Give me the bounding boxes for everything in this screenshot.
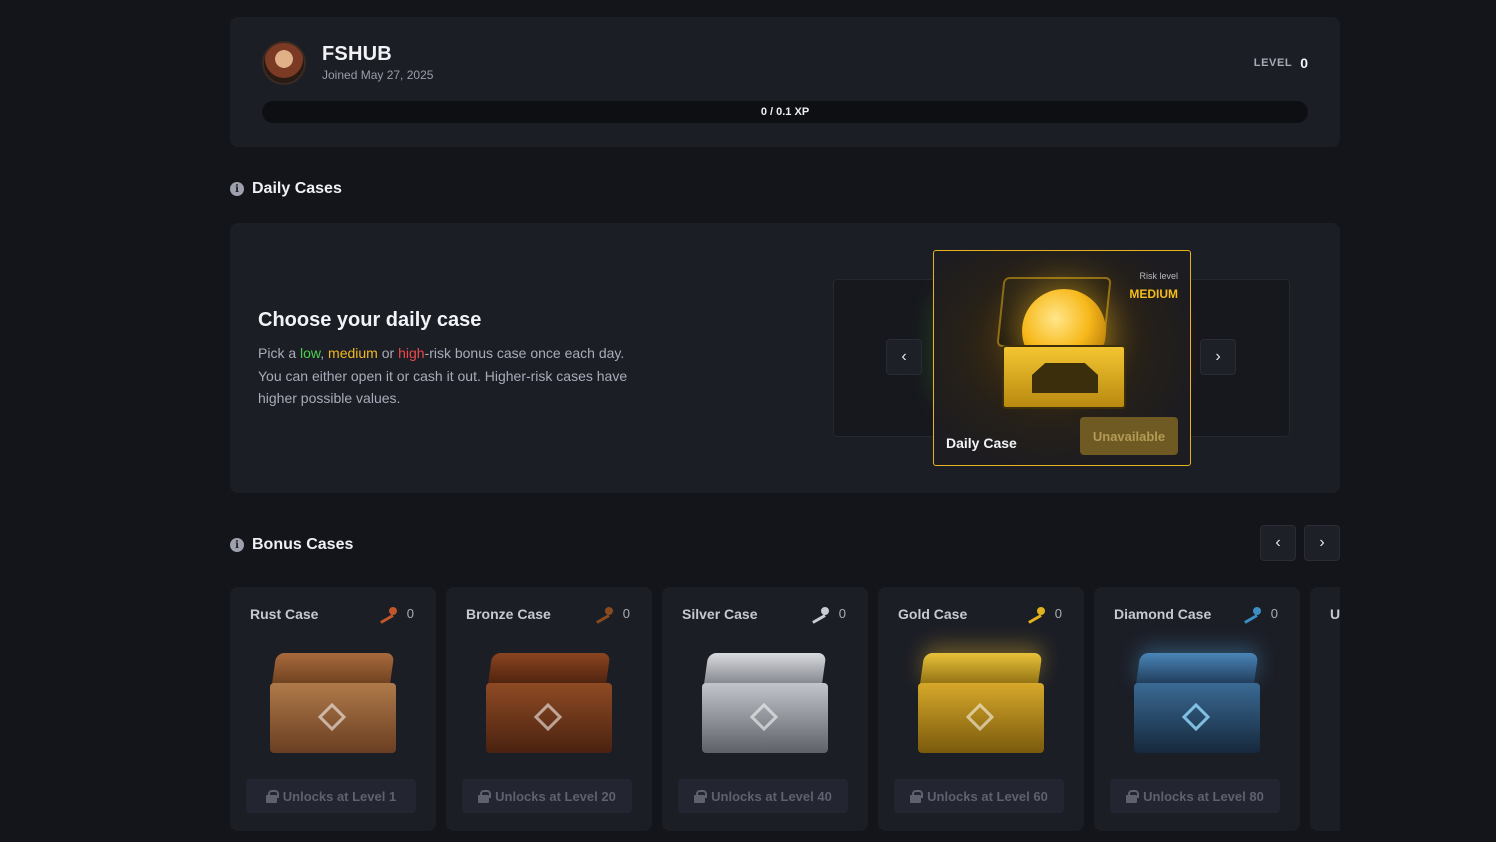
key-count-group: 0: [811, 606, 846, 621]
key-count: 0: [1270, 606, 1278, 621]
lock-icon: [265, 790, 279, 803]
case-name: Silver Case: [682, 606, 758, 622]
bonus-cases-title: i Bonus Cases: [230, 536, 353, 554]
bonus-next-button[interactable]: ›: [1304, 525, 1340, 561]
key-count-group: 0: [1027, 606, 1062, 621]
key-icon: [379, 606, 397, 621]
gold-case-image: [918, 653, 1044, 755]
xp-progress-bar: 0 / 0.1 XP: [262, 101, 1308, 123]
daily-case-label: Daily Case: [946, 435, 1017, 451]
desc-text: Pick a: [258, 345, 301, 361]
level-value: 0: [1300, 55, 1308, 71]
case-name: U: [1330, 606, 1340, 622]
unlock-button[interactable]: Unlocks at Level 1: [246, 779, 416, 813]
xp-text: 0 / 0.1 XP: [760, 106, 810, 118]
unlock-label: Unlocks at Level 1: [282, 788, 397, 804]
chevron-right-icon: ›: [1215, 348, 1221, 365]
lock-icon: [478, 790, 492, 803]
desc-medium: medium: [328, 345, 378, 361]
bonus-cases-row: Rust Case 0 Unlocks at Level 1 Bronze Ca…: [230, 587, 1340, 831]
lock-icon: [910, 790, 924, 803]
unlock-button[interactable]: Unlocks at Level 40: [678, 779, 848, 813]
key-count-group: 0: [1243, 606, 1278, 621]
risk-level-value: MEDIUM: [1129, 287, 1178, 301]
key-count: 0: [1054, 606, 1062, 621]
key-count-group: 0: [379, 606, 414, 621]
bonus-case-card-diamond[interactable]: Diamond Case 0 Unlocks at Level 80: [1094, 587, 1300, 831]
key-icon: [811, 606, 829, 621]
level-indicator: LEVEL 0: [1254, 55, 1308, 71]
joined-date: Joined May 27, 2025: [322, 68, 434, 82]
daily-cases-title: i Daily Cases: [230, 180, 342, 198]
lock-icon: [694, 790, 708, 803]
unlock-button[interactable]: Unlocks at Level 60: [894, 779, 1064, 813]
username: FSHUB: [322, 43, 392, 65]
key-count-group: 0: [595, 606, 630, 621]
key-count: 0: [406, 606, 414, 621]
bonus-case-card-gold[interactable]: Gold Case 0 Unlocks at Level 60: [878, 587, 1084, 831]
case-name: Rust Case: [250, 606, 319, 622]
case-name: Gold Case: [898, 606, 968, 622]
silver-case-image: [702, 653, 828, 755]
avatar[interactable]: [262, 41, 306, 85]
bronze-case-image: [486, 653, 612, 755]
daily-next-button[interactable]: ›: [1200, 339, 1236, 375]
unlock-label: Unlocks at Level 20: [495, 788, 616, 804]
info-icon[interactable]: i: [230, 182, 244, 196]
daily-description: Pick a low, medium or high-risk bonus ca…: [258, 342, 638, 410]
lock-icon: [1126, 790, 1140, 803]
desc-high: high: [398, 345, 425, 361]
rust-case-image: [270, 653, 396, 755]
key-icon: [595, 606, 613, 621]
bonus-case-card-silver[interactable]: Silver Case 0 Unlocks at Level 40: [662, 587, 868, 831]
daily-case-medium-card[interactable]: Risk level MEDIUM Daily Case Unavailable: [933, 250, 1191, 466]
desc-text: or: [377, 345, 399, 361]
chevron-left-icon: ‹: [901, 348, 907, 365]
desc-low: low: [300, 345, 321, 361]
key-count: 0: [838, 606, 846, 621]
profile-card: FSHUB Joined May 27, 2025 LEVEL 0 0 / 0.…: [230, 17, 1340, 147]
diamond-case-image: [1134, 653, 1260, 755]
info-icon[interactable]: i: [230, 538, 244, 552]
daily-cases-title-text: Daily Cases: [252, 180, 342, 197]
unlock-button[interactable]: Unlocks at Level 20: [462, 779, 632, 813]
gold-daily-case-image: [994, 277, 1130, 411]
chevron-right-icon: ›: [1319, 534, 1325, 551]
daily-prev-button[interactable]: ‹: [886, 339, 922, 375]
daily-cases-panel: Choose your daily case Pick a low, mediu…: [230, 223, 1340, 493]
bonus-case-card-rust[interactable]: Rust Case 0 Unlocks at Level 1: [230, 587, 436, 831]
unlock-button[interactable]: Unlocks at Level 80: [1110, 779, 1280, 813]
desc-text: ,: [320, 345, 329, 361]
unavailable-button[interactable]: Unavailable: [1080, 417, 1178, 455]
bonus-cases-title-text: Bonus Cases: [252, 536, 354, 553]
key-icon: [1027, 606, 1045, 621]
unlock-label: Unlocks at Level 40: [711, 788, 832, 804]
unlock-label: Unlocks at Level 80: [1143, 788, 1264, 804]
key-icon: [1243, 606, 1261, 621]
bonus-case-card-partial[interactable]: U: [1310, 587, 1340, 831]
key-count: 0: [622, 606, 630, 621]
unlock-label: Unlocks at Level 60: [927, 788, 1048, 804]
chevron-left-icon: ‹: [1275, 534, 1281, 551]
daily-heading: Choose your daily case: [258, 309, 482, 331]
level-label: LEVEL: [1253, 57, 1293, 69]
bonus-prev-button[interactable]: ‹: [1260, 525, 1296, 561]
case-name: Bronze Case: [466, 606, 551, 622]
risk-level-label: Risk level: [1139, 271, 1178, 281]
bonus-case-card-bronze[interactable]: Bronze Case 0 Unlocks at Level 20: [446, 587, 652, 831]
case-name: Diamond Case: [1114, 606, 1212, 622]
